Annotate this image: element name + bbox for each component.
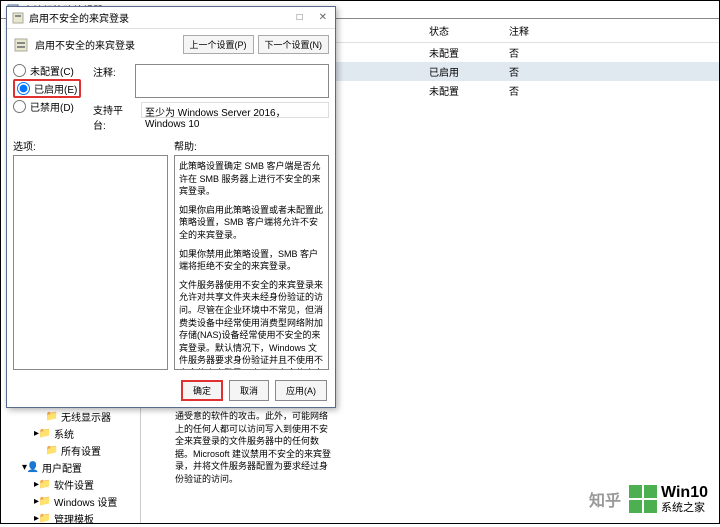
radio-not-configured-input[interactable] (13, 64, 26, 77)
next-setting-button[interactable]: 下一个设置(N) (258, 35, 330, 54)
tree-item[interactable]: ▸ 📁Windows 设置 (22, 493, 117, 510)
tree-item[interactable]: ▸ 📁系统 (22, 425, 117, 442)
help-button[interactable]: □ (293, 12, 307, 23)
help-panel: 此策略设置确定 SMB 客户端是否允许在 SMB 服务器上进行不安全的来宾登录。… (174, 155, 329, 370)
radio-not-configured[interactable]: 未配置(C) (13, 62, 85, 79)
setting-name: 启用不安全的来宾登录 (35, 37, 177, 52)
close-button[interactable]: ✕ (315, 12, 331, 23)
tree-item[interactable]: ▾ 👤用户配置 (22, 459, 117, 476)
radio-enabled[interactable]: 已启用(E) (13, 79, 81, 98)
comment-label: 注释: (93, 64, 129, 98)
radio-group: 未配置(C) 已启用(E) 已禁用(D) (13, 62, 85, 115)
zhihu-logo: 知乎 (589, 487, 621, 511)
cancel-button[interactable]: 取消 (229, 380, 269, 401)
comment-textarea[interactable] (135, 64, 329, 98)
apply-button[interactable]: 应用(A) (275, 380, 327, 401)
platform-label: 支持平台: (93, 102, 135, 132)
folder-icon: 📁 (46, 411, 58, 423)
col-state[interactable]: 状态 (421, 21, 501, 40)
tree-item[interactable]: 📁所有设置 (22, 442, 117, 459)
folder-icon: 📁 (39, 479, 51, 491)
prev-setting-button[interactable]: 上一个设置(P) (183, 35, 254, 54)
help-label: 帮助: (174, 138, 329, 153)
radio-disabled-input[interactable] (13, 100, 26, 113)
ok-button[interactable]: 确定 (181, 380, 223, 401)
setting-icon (13, 37, 29, 53)
platform-text: 至少为 Windows Server 2016，Windows 10 (141, 102, 329, 118)
win10-logo: Win10 系统之家 (629, 484, 708, 514)
tree-item[interactable]: ▸ 📁软件设置 (22, 476, 117, 493)
options-label: 选项: (13, 138, 168, 153)
tree-item[interactable]: ▸ 📁管理模板 (22, 510, 117, 527)
folder-icon: 📁 (39, 428, 51, 440)
dialog-titlebar: 启用不安全的来宾登录 □ ✕ (7, 7, 335, 29)
user-icon: 👤 (27, 462, 39, 474)
tree-bottom: 📁无线显示器 ▸ 📁系统 📁所有设置 ▾ 👤用户配置 ▸ 📁软件设置 ▸ 📁Wi… (22, 408, 117, 527)
radio-enabled-input[interactable] (17, 82, 30, 95)
options-panel (13, 155, 168, 370)
tree-item[interactable]: 📁无线显示器 (22, 408, 117, 425)
dialog-icon (11, 11, 25, 25)
watermark: 知乎 Win10 系统之家 (589, 484, 708, 514)
dialog-title-text: 启用不安全的来宾登录 (29, 10, 129, 25)
windows-icon (629, 485, 657, 513)
folder-icon: 📁 (39, 496, 51, 508)
radio-disabled[interactable]: 已禁用(D) (13, 98, 85, 115)
settings-dialog: 启用不安全的来宾登录 □ ✕ 启用不安全的来宾登录 上一个设置(P) 下一个设置… (6, 6, 336, 408)
folder-icon: 📁 (39, 513, 51, 525)
folder-icon: 📁 (46, 445, 58, 457)
note-text: 通受意的软件的攻击。此外，可能网络上的任何人都可以访问写入到使用不安全来宾登录的… (175, 410, 335, 486)
col-comment[interactable]: 注释 (501, 21, 719, 40)
